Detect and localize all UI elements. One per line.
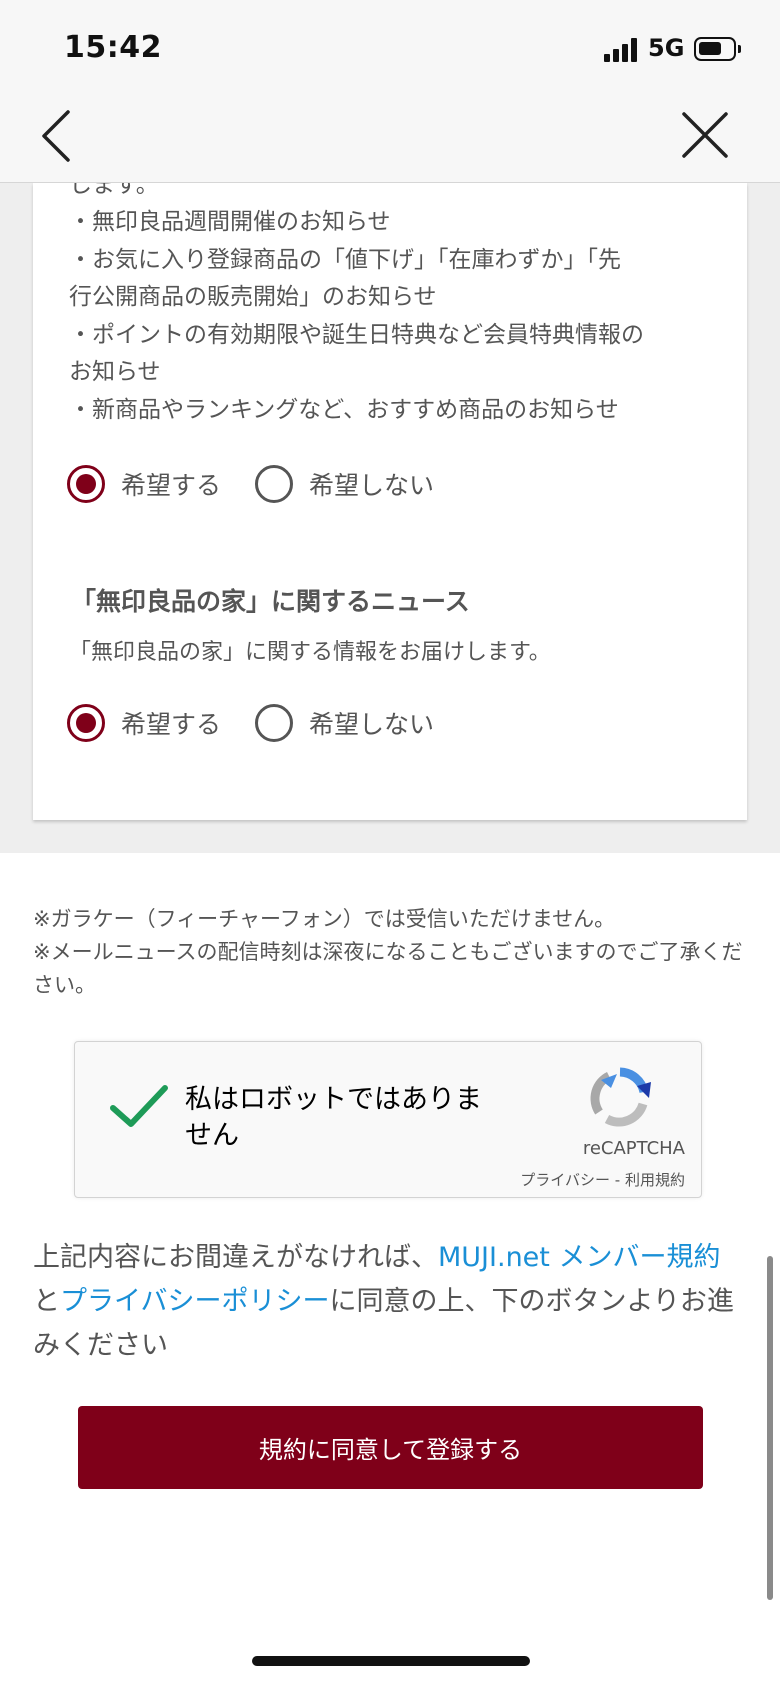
newsletter-line: ・お気に入り登録商品の「値下げ」「在庫わずか」「先 bbox=[69, 247, 621, 273]
newsletter-line: ・無印良品週間開催のお知らせ bbox=[69, 209, 391, 235]
consent-text: 上記内容にお間違えがなければ、MUJI.net メンバー規約とプライバシーポリシ… bbox=[33, 1236, 743, 1368]
status-time: 15:42 bbox=[64, 30, 162, 65]
recaptcha-checkbox[interactable] bbox=[109, 1082, 169, 1132]
home-indicator bbox=[252, 1656, 530, 1666]
close-button[interactable] bbox=[678, 108, 732, 164]
radio-label: 希望しない bbox=[309, 471, 435, 500]
close-x-icon bbox=[682, 112, 728, 158]
muji-house-yes-option[interactable]: 希望する bbox=[67, 704, 221, 742]
privacy-policy-link[interactable]: プライバシーポリシー bbox=[60, 1286, 329, 1317]
recaptcha-terms-link[interactable]: 利用規約 bbox=[625, 1171, 685, 1189]
signal-icon bbox=[604, 38, 640, 62]
notes: ※ガラケー（フィーチャーフォン）では受信いただけません。 ※メールニュースの配信… bbox=[33, 903, 753, 1002]
top-bar: 15:42 5G bbox=[0, 0, 780, 183]
radio-label: 希望する bbox=[121, 710, 222, 739]
radio-label: 希望しない bbox=[309, 710, 435, 739]
newsletter-line: お知らせ bbox=[69, 359, 161, 385]
section-title: 「無印良品の家」に関するニュース bbox=[71, 587, 470, 616]
note-line: ※ガラケー（フィーチャーフォン）では受信いただけません。 bbox=[33, 907, 616, 931]
chevron-left-icon bbox=[42, 110, 70, 162]
radio-selected-icon[interactable] bbox=[67, 465, 105, 503]
newsletter-radio-group: 希望する 希望しない bbox=[67, 464, 468, 504]
note-line: ※メールニュースの配信時刻は深夜になることもございますのでご了承ください。 bbox=[33, 940, 743, 997]
muji-house-no-option[interactable]: 希望しない bbox=[255, 704, 434, 742]
member-terms-link[interactable]: MUJI.net メンバー規約 bbox=[438, 1242, 720, 1273]
newsletter-yes-option[interactable]: 希望する bbox=[67, 465, 221, 503]
checkmark-icon bbox=[110, 1085, 168, 1127]
section-description: 「無印良品の家」に関する情報をお届けします。 bbox=[69, 640, 551, 665]
newsletter-no-option[interactable]: 希望しない bbox=[255, 465, 434, 503]
recaptcha-privacy-link[interactable]: プライバシー bbox=[520, 1171, 610, 1189]
radio-unselected-icon[interactable] bbox=[255, 704, 294, 742]
radio-selected-icon[interactable] bbox=[67, 704, 105, 742]
recaptcha-separator: - bbox=[614, 1171, 621, 1189]
recaptcha-logo-icon bbox=[590, 1067, 651, 1127]
network-label: 5G bbox=[648, 34, 685, 62]
muji-house-radio-group: 希望する 希望しない bbox=[67, 703, 468, 743]
recaptcha-brand: reCAPTCHA bbox=[582, 1138, 685, 1159]
back-button[interactable] bbox=[32, 106, 82, 166]
agree-register-button[interactable]: 規約に同意して登録する bbox=[78, 1406, 703, 1489]
newsletter-card: します。 ・無印良品週間開催のお知らせ ・お気に入り登録商品の「値下げ」「在庫わ… bbox=[33, 172, 747, 820]
recaptcha-links: プライバシー - 利用規約 bbox=[455, 1169, 685, 1190]
consent-middle: と bbox=[33, 1286, 60, 1317]
radio-unselected-icon[interactable] bbox=[255, 465, 294, 503]
battery-icon bbox=[694, 37, 741, 61]
consent-prefix: 上記内容にお間違えがなければ、 bbox=[33, 1242, 438, 1273]
recaptcha-label: 私はロボットではありません bbox=[185, 1084, 482, 1151]
scrollbar[interactable] bbox=[767, 1256, 773, 1600]
newsletter-line: 行公開商品の販売開始」のお知らせ bbox=[69, 284, 437, 310]
newsletter-line: ・新商品やランキングなど、おすすめ商品のお知らせ bbox=[69, 397, 619, 423]
newsletter-line: ・ポイントの有効期限や誕生日特典など会員特典情報の bbox=[69, 322, 644, 348]
radio-label: 希望する bbox=[121, 471, 222, 500]
recaptcha-box: 私はロボットではありません reCAPTCHA プライバシー - 利用規約 bbox=[74, 1041, 702, 1198]
